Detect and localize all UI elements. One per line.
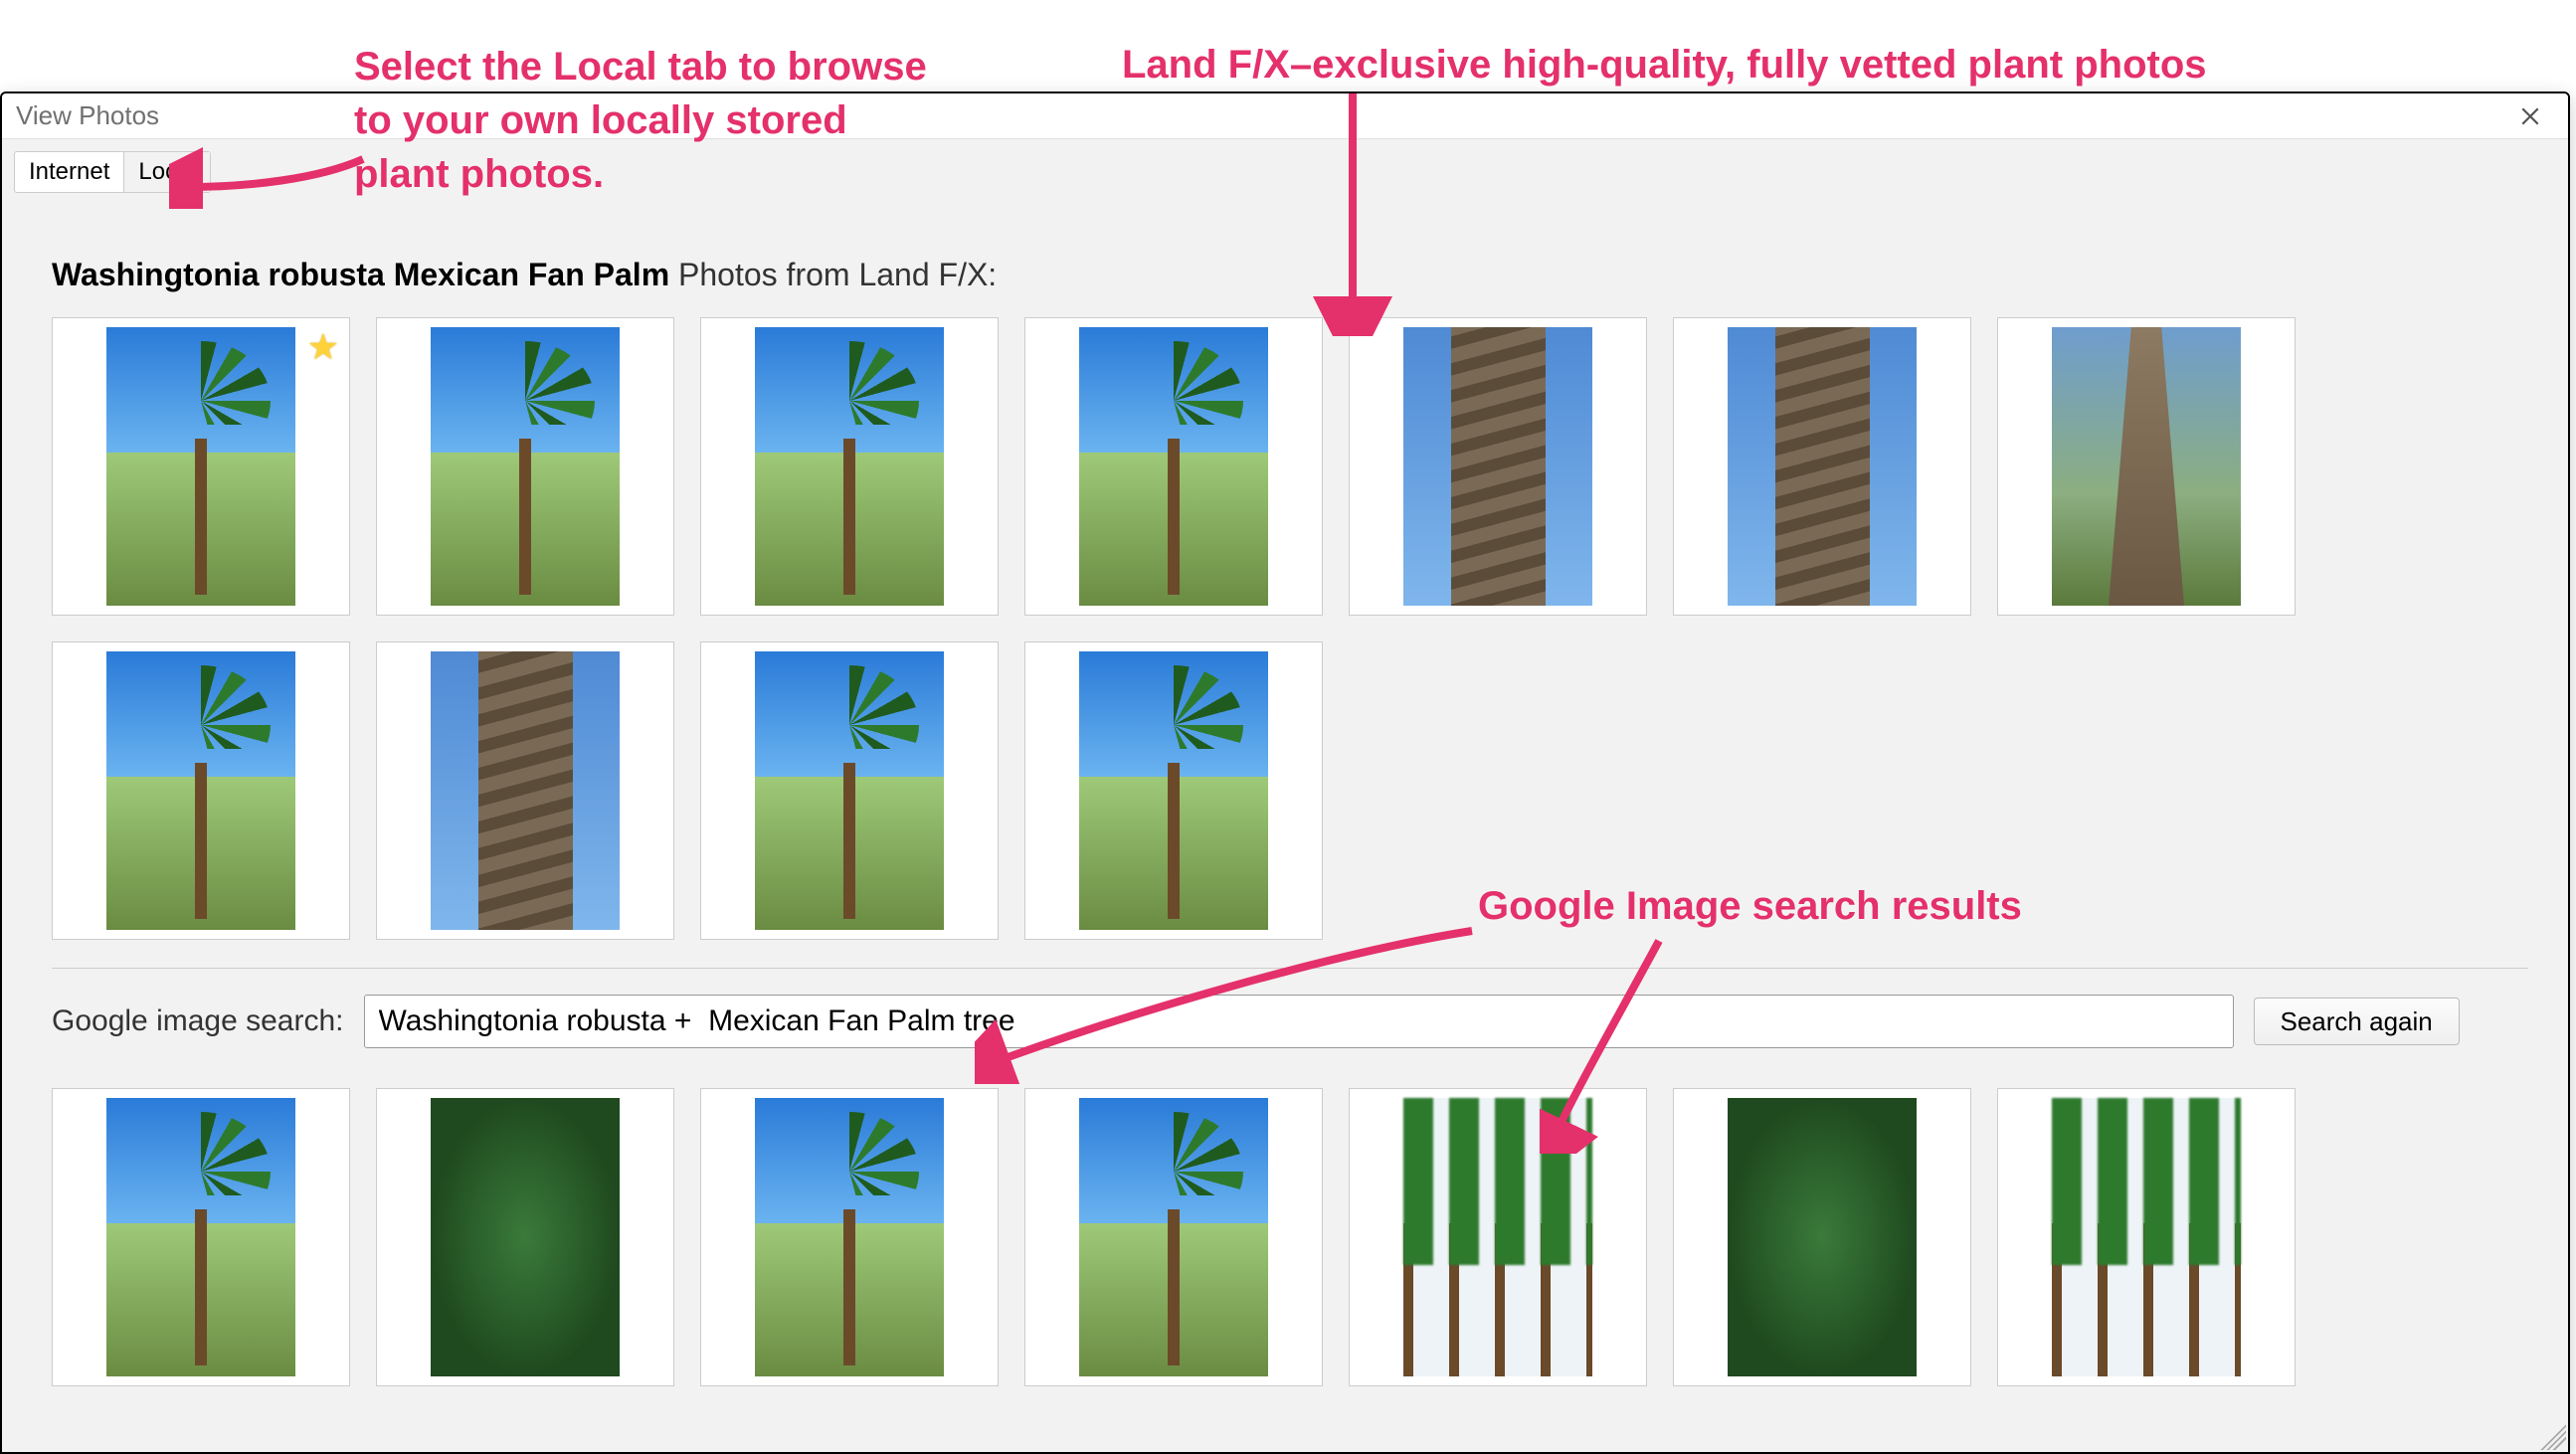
photo-image: [1079, 327, 1268, 606]
google-search-input[interactable]: [364, 995, 2234, 1048]
photo-thumb-palm-trunk-fiber-6[interactable]: [1673, 317, 1971, 616]
close-icon: [2519, 105, 2541, 127]
photo-thumb-palm-city-4[interactable]: [1024, 317, 1323, 616]
google-search-label: Google image search:: [52, 1004, 344, 1038]
photo-image: [431, 327, 620, 606]
source-tabs: Internet Local: [14, 151, 211, 193]
photo-thumb-palm-base-7[interactable]: [1997, 317, 2296, 616]
star-icon: ★: [307, 326, 339, 368]
photo-thumb-g-palm-4[interactable]: [1024, 1088, 1323, 1386]
photo-image: [106, 327, 295, 606]
photo-image: [1403, 1098, 1592, 1376]
photo-image: [431, 651, 620, 930]
landfx-photo-grid: ★: [52, 317, 2528, 940]
close-button[interactable]: [2512, 98, 2548, 134]
photo-thumb-palm-full-1[interactable]: ★: [52, 317, 350, 616]
photo-image: [106, 651, 295, 930]
landfx-heading: Washingtonia robusta Mexican Fan Palm Ph…: [52, 257, 2528, 293]
annotation-landfx: Land F/X–exclusive high-quality, fully v…: [1122, 38, 2207, 91]
tabs-row: Internet Local: [2, 139, 2568, 193]
photo-thumb-palm-street-2[interactable]: [376, 317, 674, 616]
section-divider: [52, 968, 2528, 969]
tab-local[interactable]: Local: [124, 152, 209, 192]
search-again-button[interactable]: Search again: [2254, 998, 2460, 1045]
plant-name: Washingtonia robusta Mexican Fan Palm: [52, 257, 669, 292]
photo-thumb-palm-mountains-3[interactable]: [700, 317, 999, 616]
photo-thumb-palm-full-8[interactable]: [52, 641, 350, 940]
tab-internet[interactable]: Internet: [15, 152, 124, 192]
photo-thumb-g-palm-2[interactable]: [376, 1088, 674, 1386]
photo-image: [1728, 327, 1917, 606]
photo-thumb-palm-grove-10[interactable]: [700, 641, 999, 940]
resize-grip[interactable]: [2540, 1424, 2566, 1450]
photo-image: [106, 1098, 295, 1376]
photo-image: [1403, 327, 1592, 606]
photo-image: [1079, 1098, 1268, 1376]
photo-image: [431, 1098, 620, 1376]
photo-thumb-g-palm-row-5[interactable]: [1349, 1088, 1647, 1386]
photo-thumb-palm-crown-9[interactable]: [376, 641, 674, 940]
photo-image: [1079, 651, 1268, 930]
photo-thumb-g-palm-1[interactable]: [52, 1088, 350, 1386]
content-scroll[interactable]: Washingtonia robusta Mexican Fan Palm Ph…: [2, 197, 2568, 1452]
photo-image: [2052, 1098, 2241, 1376]
photo-thumb-palm-trunk-5[interactable]: [1349, 317, 1647, 616]
photo-image: [2052, 327, 2241, 606]
photo-thumb-g-palm-silhouettes-7[interactable]: [1997, 1088, 2296, 1386]
photo-image: [755, 1098, 944, 1376]
photo-thumb-palm-avenue-11[interactable]: [1024, 641, 1323, 940]
heading-suffix: Photos from Land F/X:: [669, 257, 997, 292]
photo-image: [755, 651, 944, 930]
dialog-title: View Photos: [16, 100, 159, 131]
google-photo-grid: [52, 1088, 2528, 1386]
view-photos-dialog: View Photos Internet Local Washingtonia …: [0, 91, 2570, 1454]
photo-thumb-g-palm-leaves-6[interactable]: [1673, 1088, 1971, 1386]
dialog-titlebar: View Photos: [2, 93, 2568, 139]
photo-image: [755, 327, 944, 606]
photo-image: [1728, 1098, 1917, 1376]
photo-thumb-g-palm-group-3[interactable]: [700, 1088, 999, 1386]
annotation-text: Land F/X–exclusive high-quality, fully v…: [1122, 43, 2207, 87]
google-search-row: Google image search: Search again: [52, 995, 2528, 1048]
